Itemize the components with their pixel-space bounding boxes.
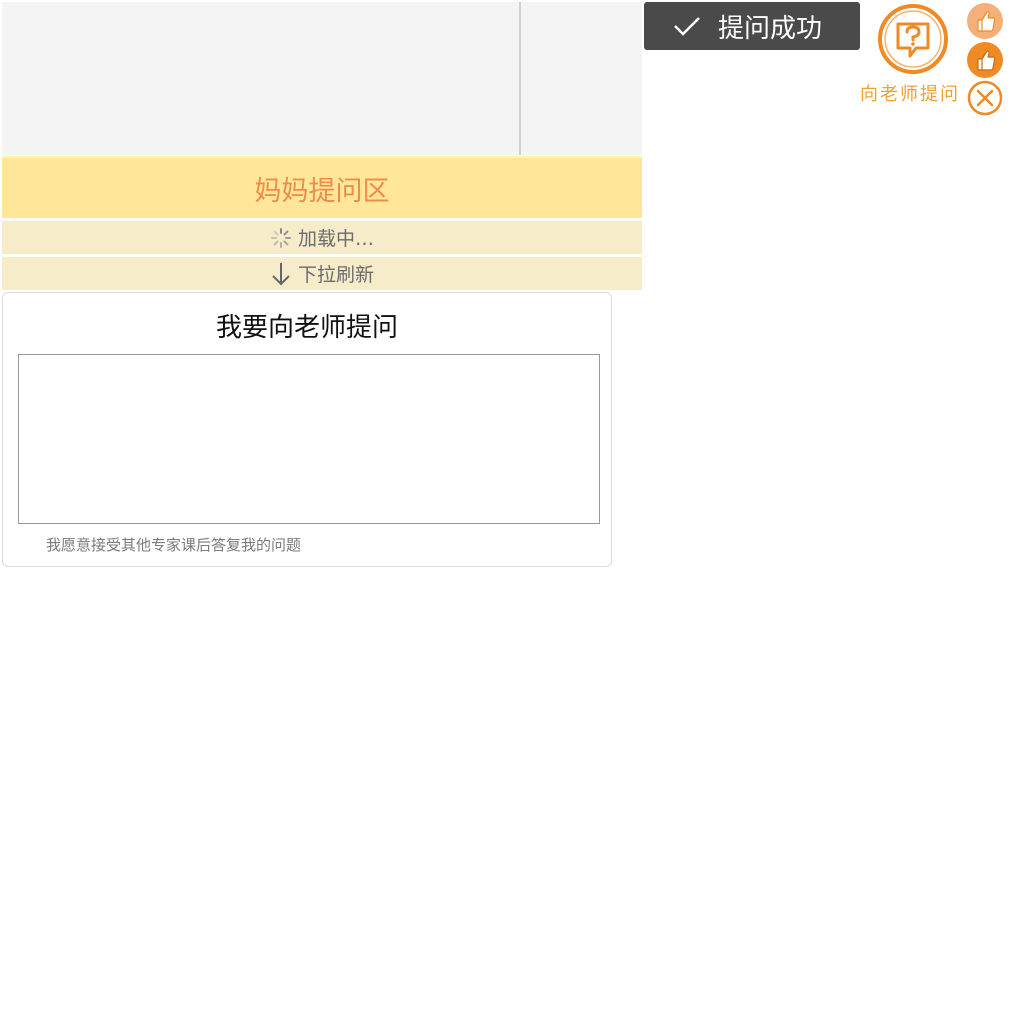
section-title: 妈妈提问区 bbox=[254, 175, 390, 207]
loading-spinner-icon bbox=[270, 227, 291, 248]
pull-refresh-text: 下拉刷新 bbox=[297, 264, 374, 286]
ask-teacher-label: 向老师提问 bbox=[860, 84, 960, 105]
loading-text: 加载中… bbox=[297, 228, 374, 250]
like-button[interactable] bbox=[966, 2, 1004, 40]
pull-refresh-row[interactable]: 下拉刷新 bbox=[2, 257, 642, 290]
thumbs-up-icon bbox=[967, 42, 1003, 78]
ask-card-title: 我要向老师提问 bbox=[215, 313, 398, 343]
loading-row: 加载中… bbox=[2, 221, 642, 254]
toast-text: 提问成功 bbox=[718, 13, 823, 44]
close-button[interactable] bbox=[966, 79, 1004, 117]
check-icon bbox=[674, 17, 700, 36]
success-toast: 提问成功 bbox=[644, 2, 860, 50]
like-button-active[interactable] bbox=[966, 41, 1004, 79]
thumbs-up-icon bbox=[967, 3, 1003, 39]
close-icon bbox=[967, 80, 1003, 116]
arrow-down-icon bbox=[272, 262, 290, 285]
ask-teacher-button[interactable]: 向老师提问 bbox=[858, 0, 970, 106]
panel-divider bbox=[519, 2, 521, 155]
question-input[interactable] bbox=[18, 354, 600, 524]
consent-option[interactable]: 我愿意接受其他专家课后答复我的问题 bbox=[46, 534, 301, 555]
section-header: 妈妈提问区 bbox=[2, 156, 642, 218]
question-bubble-icon bbox=[878, 4, 948, 74]
ask-question-card: 我要向老师提问 我愿意接受其他专家课后答复我的问题 bbox=[2, 292, 612, 567]
video-panel bbox=[2, 2, 642, 155]
